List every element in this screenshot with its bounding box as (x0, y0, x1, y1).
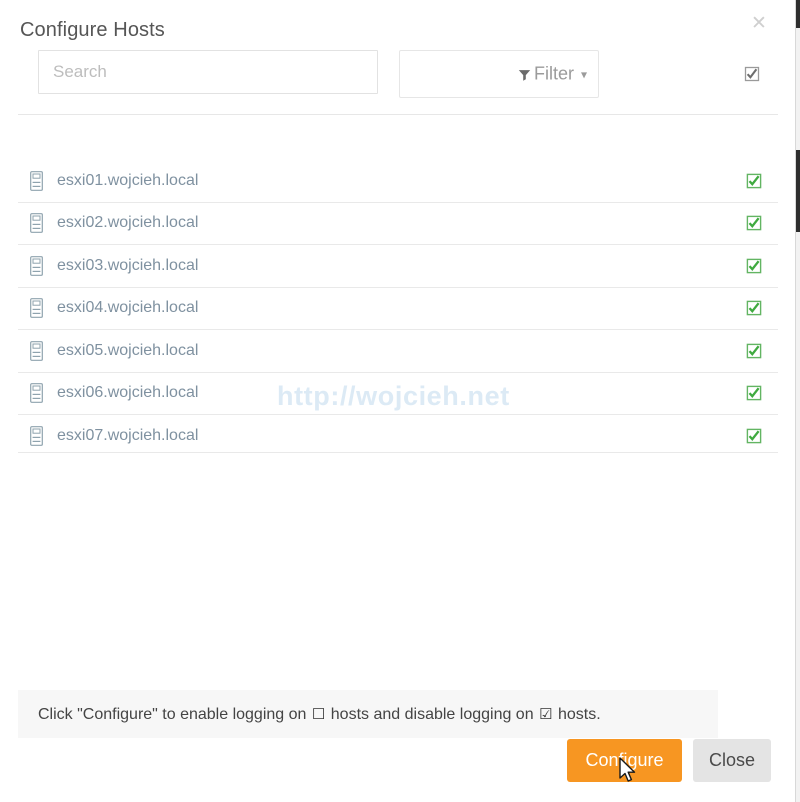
close-button[interactable]: Close (693, 739, 771, 782)
table-row[interactable]: esxi02.wojcieh.local (18, 201, 778, 245)
unchecked-checkbox-glyph: ☐ (311, 705, 326, 723)
host-icon (30, 213, 43, 234)
checked-checkbox-glyph: ☑ (539, 705, 553, 723)
table-row[interactable]: esxi07.wojcieh.local (18, 414, 778, 457)
table-row[interactable]: esxi01.wojcieh.local (18, 160, 778, 202)
footer-message: Click "Configure" to enable logging on ☐… (38, 705, 601, 724)
host-icon (30, 340, 43, 361)
host-name: esxi01.wojcieh.local (57, 171, 199, 189)
host-list: esxi01.wojcieh.local esxi02.wojcieh.loca… (18, 160, 778, 457)
page-scrollbar[interactable] (795, 0, 800, 802)
host-icon (30, 170, 43, 191)
host-name: esxi03.wojcieh.local (57, 256, 199, 274)
filter-button-content: Filter ▾ (518, 64, 587, 85)
host-checkbox[interactable] (746, 215, 762, 231)
footer-message-part1: Click "Configure" to enable logging on (38, 705, 307, 723)
footer-message-part3: hosts. (557, 705, 601, 723)
funnel-icon (518, 69, 531, 82)
filter-label: Filter (533, 63, 574, 84)
configure-button[interactable]: Configure (567, 739, 682, 782)
chevron-down-icon: ▾ (580, 67, 587, 81)
dialog-toolbar: Filter ▾ (0, 50, 782, 100)
table-row[interactable]: esxi04.wojcieh.local (18, 286, 778, 330)
scrollbar-thumb[interactable] (796, 150, 800, 232)
page-title: Configure Hosts (20, 19, 165, 41)
host-checkbox[interactable] (746, 343, 762, 359)
host-name: esxi04.wojcieh.local (57, 299, 199, 317)
host-name: esxi05.wojcieh.local (57, 341, 199, 359)
host-checkbox[interactable] (746, 258, 762, 274)
host-icon (30, 383, 43, 404)
toolbar-divider (18, 114, 778, 115)
table-row[interactable]: esxi05.wojcieh.local (18, 329, 778, 372)
select-all-checkbox[interactable] (744, 66, 760, 82)
host-icon (30, 298, 43, 319)
dialog-button-bar: Configure Close (0, 737, 782, 802)
host-checkbox[interactable] (746, 173, 762, 189)
host-checkbox[interactable] (746, 300, 762, 316)
host-name: esxi02.wojcieh.local (57, 214, 199, 232)
dialog-title-bar: Configure Hosts ✕ (0, 0, 782, 44)
configure-hosts-dialog: Configure Hosts ✕ Filter ▾ (0, 0, 800, 802)
table-row[interactable]: esxi03.wojcieh.local (18, 244, 778, 287)
table-row[interactable]: esxi06.wojcieh.local (18, 371, 778, 415)
host-icon (30, 425, 43, 446)
footer-message-part2: hosts and disable logging on (330, 705, 534, 723)
host-name: esxi06.wojcieh.local (57, 384, 199, 402)
host-list-bottom-divider (18, 452, 778, 453)
search-input[interactable] (39, 51, 377, 93)
close-icon[interactable]: ✕ (748, 13, 770, 35)
host-icon (30, 255, 43, 276)
search-box[interactable] (38, 50, 378, 94)
host-checkbox[interactable] (746, 428, 762, 444)
scrollbar-thumb-top[interactable] (796, 0, 800, 28)
host-checkbox[interactable] (746, 385, 762, 401)
footer-message-bar: Click "Configure" to enable logging on ☐… (18, 690, 718, 738)
filter-button[interactable]: Filter ▾ (399, 50, 599, 98)
host-name: esxi07.wojcieh.local (57, 426, 199, 444)
